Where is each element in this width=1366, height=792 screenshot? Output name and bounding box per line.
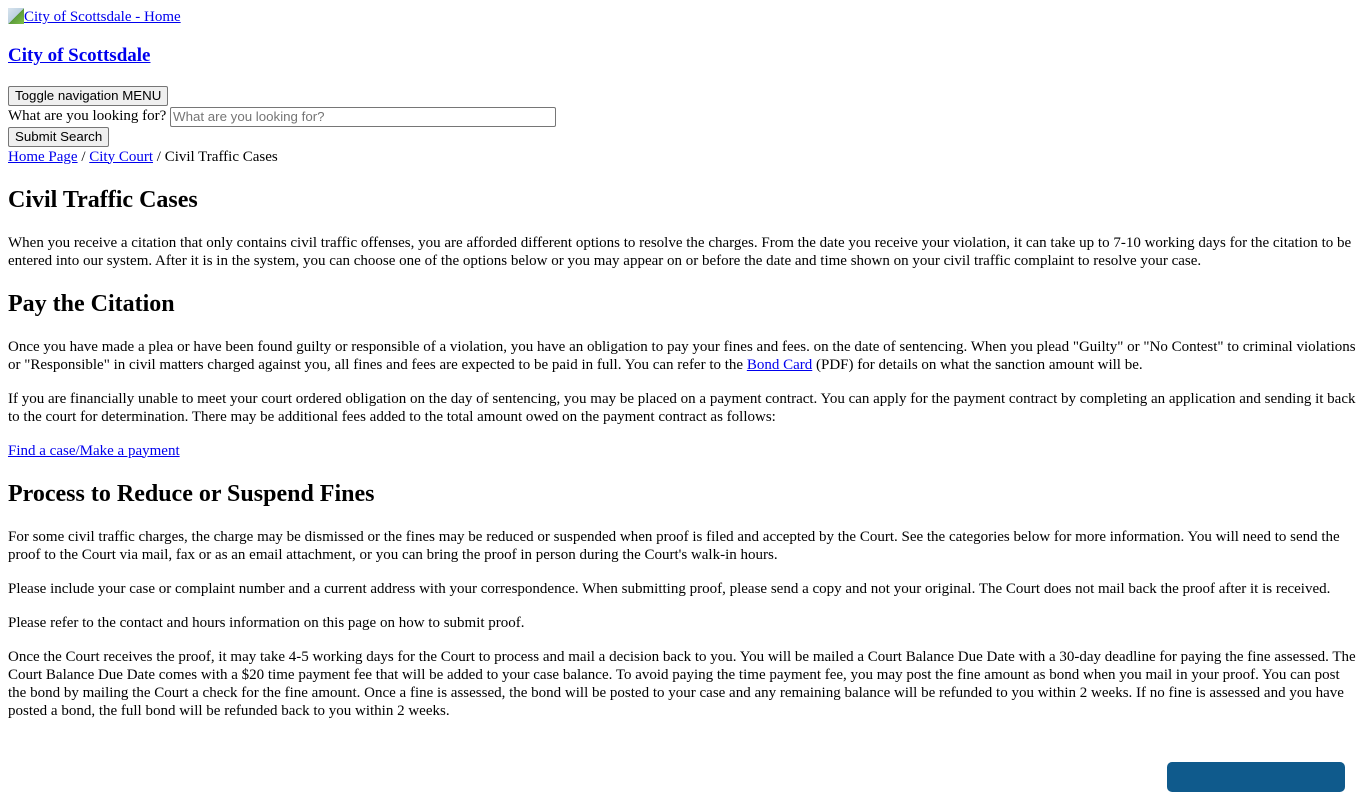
search-input[interactable] [170,106,557,127]
pay-paragraph-1-text: Once you have made a plea or have been f… [8,338,1356,373]
reduce-paragraph-3: Please refer to the contact and hours in… [8,614,525,631]
toggle-navigation-button[interactable]: Toggle navigation MENU [8,86,169,106]
search-form: What are you looking for? [8,106,1358,127]
breadcrumb-city-court-link[interactable]: City Court [89,149,153,165]
partially-visible-button[interactable] [1167,762,1345,792]
reduce-paragraph-1: For some civil traffic charges, the char… [8,528,1340,563]
find-case-make-payment-link[interactable]: Find a case/Make a payment [8,443,180,459]
logo-link[interactable]: City of Scottsdale - Home [8,8,181,26]
site-title-heading: City of Scottsdale [8,45,1358,67]
logo-alt-text: City of Scottsdale - Home [24,9,181,25]
pay-citation-heading: Pay the Citation [8,290,175,317]
breadcrumb-current: Civil Traffic Cases [164,148,278,165]
site-title-link[interactable]: City of Scottsdale [8,45,150,66]
pay-paragraph-2: If you are financially unable to meet yo… [8,390,1356,425]
pay-paragraph-1: Once you have made a plea or have been f… [8,338,1358,374]
breadcrumb: Home Page / City Court / Civil Traffic C… [8,148,1358,166]
pay-paragraph-1-text-end: (PDF) for details on what the sanction a… [816,356,1143,373]
broken-image-icon [8,8,24,24]
reduce-paragraph-2: Please include your case or complaint nu… [8,580,1331,597]
breadcrumb-home-link[interactable]: Home Page [8,149,78,165]
payment-link-paragraph: Find a case/Make a payment [8,442,1358,460]
submit-search-button[interactable]: Submit Search [8,126,110,147]
reduce-paragraph-4: Once the Court receives the proof, it ma… [8,648,1356,719]
nav-toggle-row: Toggle navigation MENU [8,86,1358,106]
breadcrumb-separator: / [81,148,86,165]
intro-paragraph: When you receive a citation that only co… [8,234,1352,269]
reduce-fines-heading: Process to Reduce or Suspend Fines [8,480,375,507]
breadcrumb-separator: / [156,148,161,165]
submit-row: Submit Search [8,126,1358,147]
search-label: What are you looking for? [8,108,167,124]
page-title: Civil Traffic Cases [8,186,198,213]
bond-card-link[interactable]: Bond Card [747,357,812,373]
main-content: Civil Traffic Cases When you receive a c… [8,186,1358,720]
